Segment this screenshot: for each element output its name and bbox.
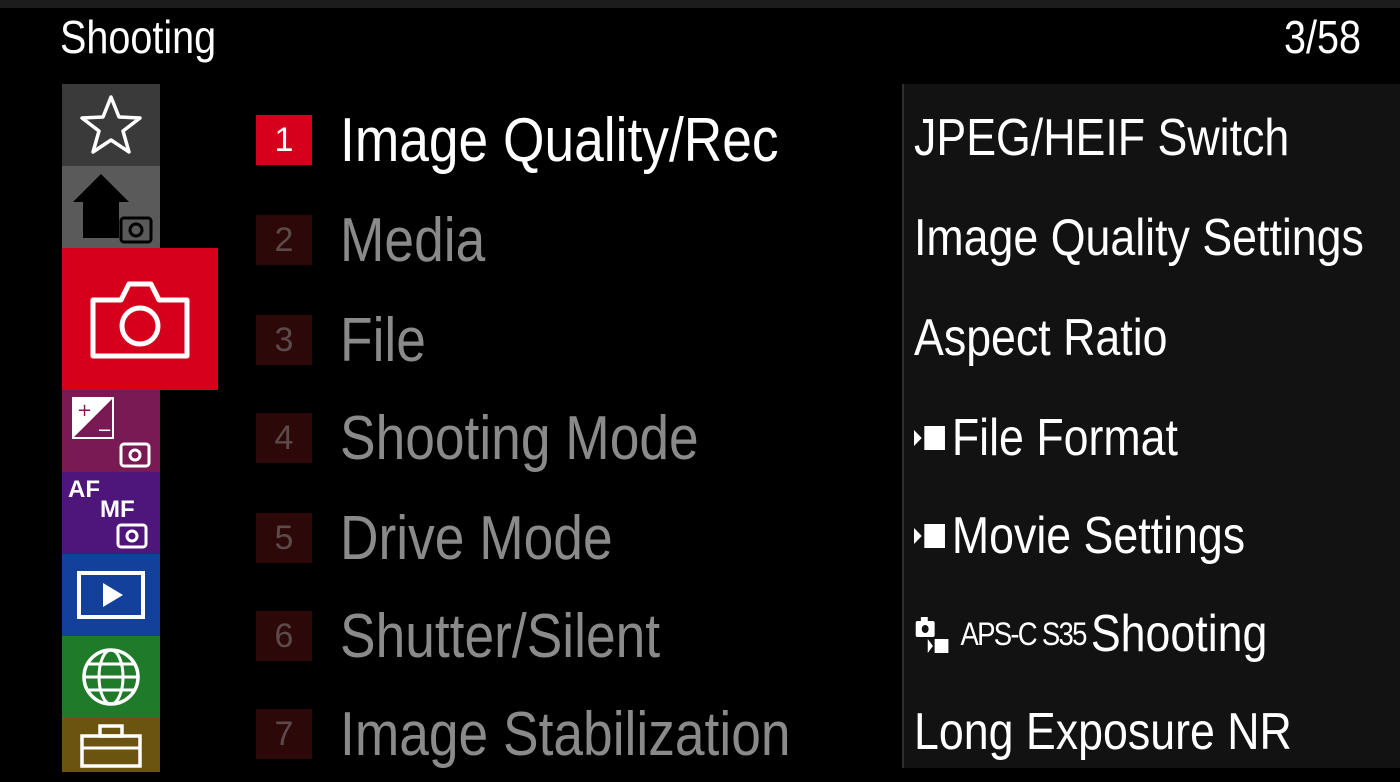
tab-exposure[interactable]: + − bbox=[62, 390, 160, 472]
playback-icon bbox=[77, 571, 145, 619]
menu-item-movie-settings[interactable]: Movie Settings bbox=[914, 488, 1245, 584]
home-camera-icon bbox=[73, 174, 153, 244]
category-item-1[interactable]: 1 Image Quality/Rec bbox=[256, 92, 850, 188]
menu-item-file-format[interactable]: File Format bbox=[914, 390, 1178, 486]
tab-focus[interactable]: AF MF bbox=[62, 472, 160, 554]
page-title: Shooting bbox=[60, 11, 217, 63]
svg-text:+: + bbox=[77, 400, 92, 421]
category-number: 5 bbox=[256, 513, 312, 563]
still-movie-icon bbox=[915, 617, 949, 653]
category-number: 2 bbox=[256, 215, 312, 265]
category-label: File bbox=[340, 305, 426, 375]
menu-item-jpeg-heif-switch[interactable]: JPEG/HEIF Switch bbox=[914, 90, 1289, 186]
menu-item-label: Long Exposure NR bbox=[914, 703, 1292, 761]
category-item-6[interactable]: 6 Shutter/Silent bbox=[256, 588, 712, 684]
menu-item-label: Aspect Ratio bbox=[914, 309, 1168, 367]
menu-item-label: Shooting bbox=[1090, 605, 1268, 663]
menu-item-label: Movie Settings bbox=[951, 507, 1246, 565]
globe-icon bbox=[82, 648, 140, 706]
tab-home[interactable] bbox=[62, 166, 160, 248]
menu-item-label: JPEG/HEIF Switch bbox=[914, 109, 1290, 167]
category-label: Drive Mode bbox=[340, 503, 613, 573]
svg-text:AF: AF bbox=[68, 476, 100, 503]
menu-item-aspect-ratio[interactable]: Aspect Ratio bbox=[914, 290, 1168, 386]
category-item-4[interactable]: 4 Shooting Mode bbox=[256, 390, 757, 486]
tab-network[interactable] bbox=[62, 636, 160, 718]
menu-item-long-exposure-nr[interactable]: Long Exposure NR bbox=[914, 684, 1292, 780]
movie-icon bbox=[914, 524, 945, 548]
menu-item-apsc-s35-shooting[interactable]: APS-C S35 Shooting bbox=[914, 586, 1267, 682]
page-indicator: 3/58 bbox=[1284, 11, 1361, 63]
category-item-5[interactable]: 5 Drive Mode bbox=[256, 490, 657, 586]
category-number: 6 bbox=[256, 611, 312, 661]
menu-item-image-quality-settings[interactable]: Image Quality Settings bbox=[914, 190, 1364, 286]
tab-shooting[interactable] bbox=[62, 248, 218, 390]
category-number: 1 bbox=[256, 115, 312, 165]
category-label: Image Quality/Rec bbox=[340, 105, 779, 175]
tab-favorite[interactable] bbox=[62, 84, 160, 166]
category-label: Shooting Mode bbox=[340, 403, 699, 473]
apsc-s35-tag: APS-C S35 bbox=[960, 615, 1087, 652]
category-label: Shutter/Silent bbox=[340, 601, 661, 671]
category-item-2[interactable]: 2 Media bbox=[256, 192, 509, 288]
movie-icon bbox=[914, 426, 945, 450]
tab-playback[interactable] bbox=[62, 554, 160, 636]
af-mf-icon: AF MF bbox=[68, 476, 148, 549]
exposure-compensation-icon: + − bbox=[72, 397, 151, 468]
menu-item-label: Image Quality Settings bbox=[914, 209, 1364, 267]
svg-text:MF: MF bbox=[100, 496, 135, 523]
category-label: Image Stabilization bbox=[340, 699, 791, 769]
toolbox-icon bbox=[80, 724, 142, 768]
category-number: 7 bbox=[256, 709, 312, 759]
star-outline-icon bbox=[80, 95, 142, 154]
settings-panel: JPEG/HEIF Switch Image Quality Settings … bbox=[902, 84, 1400, 768]
category-label: Media bbox=[340, 205, 486, 275]
tab-setup[interactable] bbox=[62, 718, 160, 772]
category-item-3[interactable]: 3 File bbox=[256, 292, 440, 388]
top-strip bbox=[0, 0, 1400, 8]
menu-item-label: File Format bbox=[951, 409, 1178, 467]
category-number: 4 bbox=[256, 413, 312, 463]
category-number: 3 bbox=[256, 315, 312, 365]
svg-text:−: − bbox=[97, 420, 112, 441]
camera-icon bbox=[90, 281, 190, 359]
